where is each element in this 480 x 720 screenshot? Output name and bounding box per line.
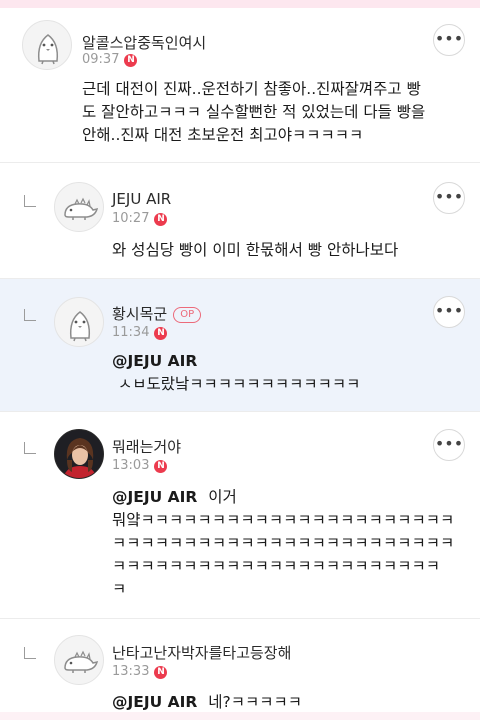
reply-indent-icon [24,442,36,454]
reply-indent-icon [24,195,36,207]
comment-time: 11:34 N [112,325,168,340]
comment-timestamp: 09:37 [82,52,120,67]
more-options-button[interactable]: ••• [433,429,465,461]
reply-indent-icon [24,309,36,321]
dinosaur-icon [64,197,99,220]
avatar[interactable] [54,297,104,347]
reply-item: 난타고난자박자를타고등장해 13:33 N @JEJU AIR 네?ㅋㅋㅋㅋㅋ [0,619,480,712]
mention-link[interactable]: @JEJU AIR [112,693,197,711]
more-options-button[interactable]: ••• [433,24,465,56]
avatar[interactable] [54,182,104,232]
comment-author[interactable]: 뭐래는거야 [112,436,181,457]
new-badge: N [154,327,168,340]
mention-line: @JEJU AIR 이거 [112,486,462,509]
new-badge: N [154,460,168,473]
comment-line: ㅋㅋㅋㅋㅋㅋㅋㅋㅋㅋㅋㅋㅋㅋㅋㅋㅋㅋㅋㅋㅋㅋㅋㅋ [112,534,455,552]
comment-timestamp: 11:34 [112,325,150,340]
top-strip [0,0,480,8]
comment-timestamp: 13:33 [112,664,150,679]
avatar[interactable] [54,635,104,685]
comment-line: ㅋㅋㅋㅋㅋㅋㅋㅋㅋㅋㅋㅋㅋㅋㅋㅋㅋㅋㅋㅋㅋㅋㅋ [112,557,440,575]
comment-time: 10:27 N [112,211,168,226]
comment-line: 안해..진짜 대전 초보운전 최고야ㅋㅋㅋㅋㅋ [82,126,364,144]
bottom-strip [0,712,480,720]
comment-line: ㅅㅂ도랐낰ㅋㅋㅋㅋㅋㅋㅋㅋㅋㅋㅋㅋ [118,375,361,393]
comment-line: 도 잘안하고ㅋㅋㅋ 실수할뻔한 적 있었는데 다들 빵을 [82,103,426,121]
avatar[interactable] [22,20,72,70]
avatar[interactable] [54,429,104,479]
new-badge: N [154,666,168,679]
reply-item-op: 황시목군 OP 11:34 N ••• @JEJU AIR ㅅㅂ도랐낰ㅋㅋㅋㅋㅋㅋㅋ… [0,279,480,412]
comment-body: @JEJU AIR ㅅㅂ도랐낰ㅋㅋㅋㅋㅋㅋㅋㅋㅋㅋㅋㅋ [112,350,360,396]
reply-indent-icon [24,647,36,659]
dinosaur-icon [64,650,99,673]
profile-photo [55,430,103,478]
mention-tail: 이거 [208,488,237,506]
more-options-button[interactable]: ••• [433,296,465,328]
comment-body: 근데 대전이 진짜..운전하기 참좋아..진짜잘껴주고 빵 도 잘안하고ㅋㅋㅋ … [82,78,425,147]
new-badge: N [124,54,138,67]
comment-body: 와 성심당 빵이 이미 한몫해서 빵 안하나보다 [112,239,398,262]
comment-line: 와 성심당 빵이 이미 한몫해서 빵 안하나보다 [112,241,399,259]
new-badge: N [154,213,168,226]
comment-line: ㅋ [112,580,127,598]
mention-tail: 네?ㅋㅋㅋㅋㅋ [208,693,303,711]
comment-timestamp: 13:03 [112,458,150,473]
mention-link[interactable]: @JEJU AIR [112,488,197,506]
mention-line: @JEJU AIR 네?ㅋㅋㅋㅋㅋ [112,691,302,714]
comment-line: 근데 대전이 진짜..운전하기 참좋아..진짜잘껴주고 빵 [82,80,421,98]
comment-time: 13:33 N [112,664,168,679]
comment-time: 09:37 N [82,52,138,67]
comment-timestamp: 10:27 [112,211,150,226]
reply-item: 뭐래는거야 13:03 N ••• @JEJU AIR 이거 뭐얔ㅋㅋㅋㅋㅋㅋㅋㅋ… [0,412,480,619]
comment-body: @JEJU AIR 이거 뭐얔ㅋㅋㅋㅋㅋㅋㅋㅋㅋㅋㅋㅋㅋㅋㅋㅋㅋㅋㅋㅋㅋㅋ ㅋㅋ… [112,486,462,601]
author-name: 황시목군 [112,305,168,323]
mention-link[interactable]: @JEJU AIR [112,350,360,373]
comment-line: 뭐얔ㅋㅋㅋㅋㅋㅋㅋㅋㅋㅋㅋㅋㅋㅋㅋㅋㅋㅋㅋㅋㅋㅋ [112,511,455,529]
comment-author[interactable]: 난타고난자박자를타고등장해 [112,642,291,663]
penguin-icon [37,34,59,65]
comment-time: 13:03 N [112,458,168,473]
more-options-button[interactable]: ••• [433,182,465,214]
comment-author[interactable]: JEJU AIR [112,190,171,208]
reply-item: JEJU AIR 10:27 N ••• 와 성심당 빵이 이미 한몫해서 빵 안… [0,163,480,279]
comment-item: 알콜스압중독인여시 09:37 N ••• 근데 대전이 진짜..운전하기 참좋아… [0,8,480,163]
op-badge: OP [173,307,202,323]
penguin-icon [69,311,91,342]
comment-author[interactable]: 알콜스압중독인여시 [82,32,206,53]
comment-body: @JEJU AIR 네?ㅋㅋㅋㅋㅋ [112,691,302,714]
comment-author[interactable]: 황시목군 OP [112,303,202,324]
